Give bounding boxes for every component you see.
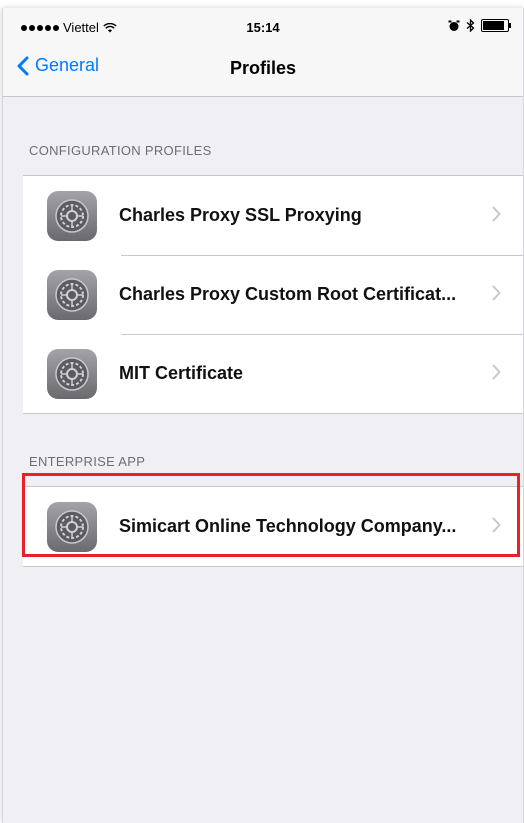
settings-gear-icon — [47, 348, 97, 399]
profile-row-charles-ssl[interactable]: Charles Proxy SSL Proxying — [23, 176, 523, 255]
battery-icon — [481, 19, 511, 32]
chevron-right-icon — [492, 517, 501, 533]
bluetooth-icon — [466, 19, 475, 32]
status-bar: Viettel 15:14 — [3, 8, 523, 44]
status-right — [448, 19, 511, 32]
settings-gear-icon — [47, 269, 97, 320]
top-bars: Viettel 15:14 General Profiles — [3, 8, 523, 97]
settings-gear-icon — [47, 190, 97, 241]
phone-screen: Viettel 15:14 General Profiles CONFIGURA… — [2, 8, 524, 823]
section-header-configuration-profiles: CONFIGURATION PROFILES — [29, 143, 212, 158]
section-header-enterprise-app: ENTERPRISE APP — [29, 454, 146, 469]
chevron-right-icon — [492, 364, 501, 380]
enterprise-app-row-simicart[interactable]: Simicart Online Technology Company... — [23, 487, 523, 566]
profile-row-mit-certificate[interactable]: MIT Certificate — [23, 334, 523, 413]
chevron-right-icon — [492, 285, 501, 301]
profile-label: MIT Certificate — [119, 363, 244, 383]
status-time: 15:14 — [246, 20, 280, 35]
enterprise-app-label: Simicart Online Technology Company... — [119, 516, 457, 536]
page-title: Profiles — [229, 58, 297, 78]
enterprise-app-list: Simicart Online Technology Company... — [23, 486, 523, 567]
settings-gear-icon — [47, 501, 97, 552]
alarm-icon — [448, 20, 460, 31]
configuration-profiles-list: Charles Proxy SSL Proxying Charles Proxy… — [23, 175, 523, 414]
chevron-right-icon — [492, 206, 501, 222]
profile-label: Charles Proxy SSL Proxying — [119, 205, 362, 225]
profile-label: Charles Proxy Custom Root Certificat... — [119, 284, 457, 304]
profile-row-charles-root-cert[interactable]: Charles Proxy Custom Root Certificat... — [23, 255, 523, 334]
navigation-bar: General Profiles — [3, 44, 523, 96]
